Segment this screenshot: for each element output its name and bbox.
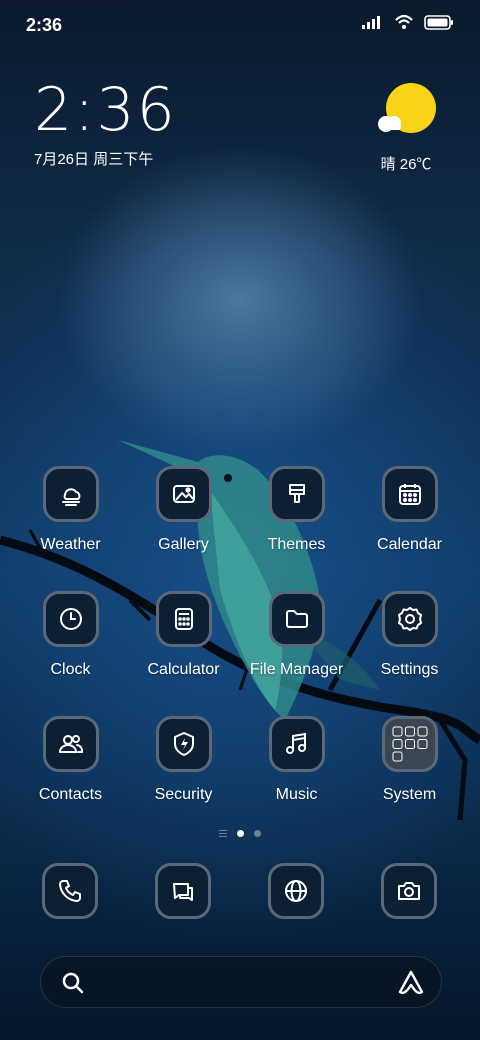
browser-icon xyxy=(268,863,324,919)
dock-browser[interactable] xyxy=(268,863,324,919)
phone-icon xyxy=(42,863,98,919)
page-indicator-list-icon xyxy=(219,830,227,837)
app-label: Themes xyxy=(267,536,326,553)
page-dot xyxy=(254,830,261,837)
shield-icon xyxy=(155,716,212,772)
app-label: System xyxy=(382,786,437,803)
app-label: Calendar xyxy=(377,536,442,553)
app-label: Contacts xyxy=(38,786,103,803)
app-clock[interactable]: Clock xyxy=(14,591,127,711)
app-label: Music xyxy=(275,786,318,803)
app-label: Settings xyxy=(380,661,439,678)
page-dot-active xyxy=(237,830,244,837)
folder-grid-icon xyxy=(381,716,438,772)
weather-text: 晴 26℃ xyxy=(380,156,432,173)
music-icon xyxy=(268,716,325,772)
sunny-icon xyxy=(378,83,436,133)
calendar-icon xyxy=(381,466,438,522)
app-label: Weather xyxy=(40,536,101,553)
app-calculator[interactable]: Calculator xyxy=(127,591,240,711)
app-file-manager[interactable]: File Manager xyxy=(240,591,353,711)
app-label: Security xyxy=(154,786,213,803)
weather-widget[interactable]: 晴 26℃ xyxy=(366,82,446,174)
app-music[interactable]: Music xyxy=(240,716,353,836)
gear-icon xyxy=(381,591,438,647)
assistant-icon[interactable] xyxy=(397,969,425,997)
camera-icon xyxy=(381,863,437,919)
app-themes[interactable]: Themes xyxy=(240,466,353,586)
app-settings[interactable]: Settings xyxy=(353,591,466,711)
clock-time: 2:36 xyxy=(34,75,177,145)
wifi-icon xyxy=(395,14,413,29)
search-icon[interactable] xyxy=(61,971,85,995)
app-security[interactable]: Security xyxy=(127,716,240,836)
calculator-icon xyxy=(155,591,212,647)
app-label: Clock xyxy=(50,661,91,678)
page-indicator xyxy=(0,830,480,837)
app-contacts[interactable]: Contacts xyxy=(14,716,127,836)
status-icons xyxy=(362,14,454,30)
status-time: 2:36 xyxy=(26,15,63,35)
status-bar: 2:36 xyxy=(0,0,480,50)
clock-widget[interactable]: 2:36 7月26日 周三下午 xyxy=(34,80,177,169)
dock-phone[interactable] xyxy=(42,863,98,919)
gallery-icon xyxy=(155,466,212,522)
app-label: Calculator xyxy=(147,661,220,678)
signal-icon xyxy=(362,16,380,29)
app-label: Gallery xyxy=(158,536,209,553)
themes-icon xyxy=(268,466,325,522)
app-label: File Manager xyxy=(249,661,344,678)
battery-icon xyxy=(424,14,453,30)
search-bar[interactable] xyxy=(40,956,442,1008)
weather-icon xyxy=(42,466,99,522)
contacts-icon xyxy=(42,716,99,772)
dock-camera[interactable] xyxy=(381,863,437,919)
app-gallery[interactable]: Gallery xyxy=(127,466,240,586)
app-weather[interactable]: Weather xyxy=(14,466,127,586)
clock-icon xyxy=(42,591,99,647)
folder-icon xyxy=(268,591,325,647)
clock-date: 7月26日 周三下午 xyxy=(34,151,154,168)
app-system-folder[interactable]: System xyxy=(353,716,466,836)
app-calendar[interactable]: Calendar xyxy=(353,466,466,586)
messages-icon xyxy=(155,863,211,919)
dock-messages[interactable] xyxy=(155,863,211,919)
